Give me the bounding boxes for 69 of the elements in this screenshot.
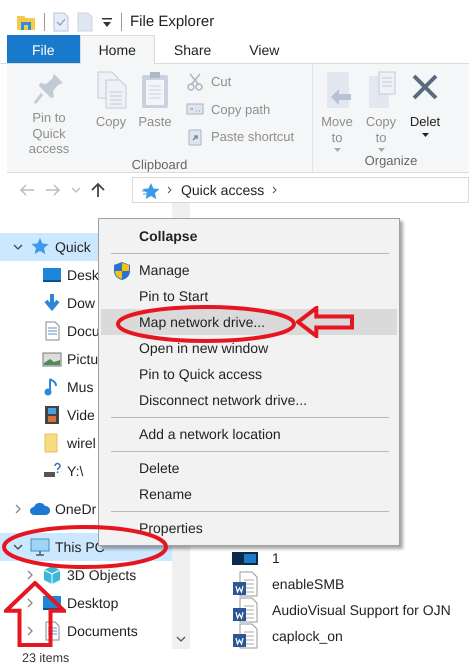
forward-arrow-icon[interactable] (44, 183, 62, 197)
caret-icon (376, 147, 386, 154)
file-item[interactable]: enableSMB (232, 571, 469, 597)
ribbon-button: Copy (91, 70, 131, 130)
chevron-right-icon (167, 186, 173, 194)
ribbon-button: Copy path (183, 98, 296, 121)
back-arrow-icon[interactable] (18, 183, 36, 197)
copy-path-icon (186, 103, 204, 116)
ribbon-button: Paste (135, 70, 175, 130)
menu-item[interactable]: Open in new window (101, 335, 397, 361)
shield-icon (113, 261, 131, 281)
ribbon-button[interactable]: Delet (405, 70, 445, 138)
clipboard-icon (140, 70, 170, 110)
computer-icon (30, 537, 50, 557)
menu-item[interactable]: Pin to Quick access (101, 361, 397, 387)
chevron-right-icon[interactable] (25, 570, 35, 580)
word-document-icon (232, 623, 258, 649)
menu-item[interactable]: Rename (101, 481, 397, 507)
address-bar[interactable]: Quick access (132, 177, 469, 203)
file-item[interactable]: AudioVisual Support for OJN (232, 597, 469, 623)
chevron-right-icon[interactable] (272, 186, 278, 194)
paste-shortcut-icon (188, 128, 202, 146)
dropdown-icon[interactable] (101, 16, 113, 28)
star-icon (141, 182, 159, 198)
chevron-right-icon[interactable] (25, 598, 35, 608)
file-menu-tab[interactable]: File (7, 35, 80, 63)
menu-item[interactable]: Pin to Start (101, 283, 397, 309)
folder-icon[interactable] (16, 13, 36, 31)
ribbon-button: Move to (317, 70, 357, 154)
ribbon-tab[interactable]: View (230, 35, 298, 63)
chevron-down-icon[interactable] (13, 242, 23, 252)
chevron-right-icon[interactable] (25, 626, 35, 636)
word-document-icon (232, 571, 258, 597)
menu-item[interactable]: Add a network location (101, 421, 397, 447)
annotation-arrow (4, 581, 66, 647)
file-item[interactable]: caplock_on (232, 623, 469, 649)
nav-item[interactable]: Desktop (0, 589, 172, 617)
ribbon-button: Cut (183, 70, 296, 94)
ribbon-tab[interactable]: Share (154, 35, 230, 63)
caret-icon (332, 147, 342, 154)
scissors-icon (187, 72, 203, 91)
breadcrumb-item[interactable]: Quick access (181, 180, 264, 200)
ribbon-button: Paste shortcut (183, 125, 296, 148)
menu-item[interactable]: Delete (101, 455, 397, 481)
ribbon-button: Pin to Quick access (11, 70, 87, 157)
window-title: File Explorer (130, 12, 214, 32)
menu-item[interactable]: Disconnect network drive... (101, 387, 397, 413)
chevron-down-icon[interactable] (13, 542, 23, 552)
chevron-down-icon[interactable] (176, 635, 186, 643)
word-document-icon (232, 597, 258, 623)
up-arrow-icon[interactable] (90, 182, 106, 198)
file-item[interactable]: 1 (232, 546, 469, 571)
annotation-arrow (296, 306, 354, 338)
nav-item[interactable]: 3D Objects (0, 561, 172, 589)
cube-icon (42, 565, 62, 585)
properties-icon[interactable] (53, 12, 69, 32)
chevron-right-icon[interactable] (13, 504, 23, 514)
group-label: Clipboard (130, 156, 188, 172)
image-thumbnail-icon (232, 552, 258, 565)
monitor-icon (42, 265, 62, 285)
status-text: 23 items (21, 650, 70, 667)
group-label: Organize (364, 153, 418, 170)
ribbon-button: Copy to (361, 70, 401, 154)
film-icon (42, 405, 62, 425)
star-icon (30, 237, 50, 257)
nav-item[interactable]: Documents (0, 617, 172, 645)
ribbon-tab[interactable]: Home (80, 35, 155, 64)
caret-icon (420, 132, 430, 138)
down-arrow-icon (42, 293, 62, 313)
